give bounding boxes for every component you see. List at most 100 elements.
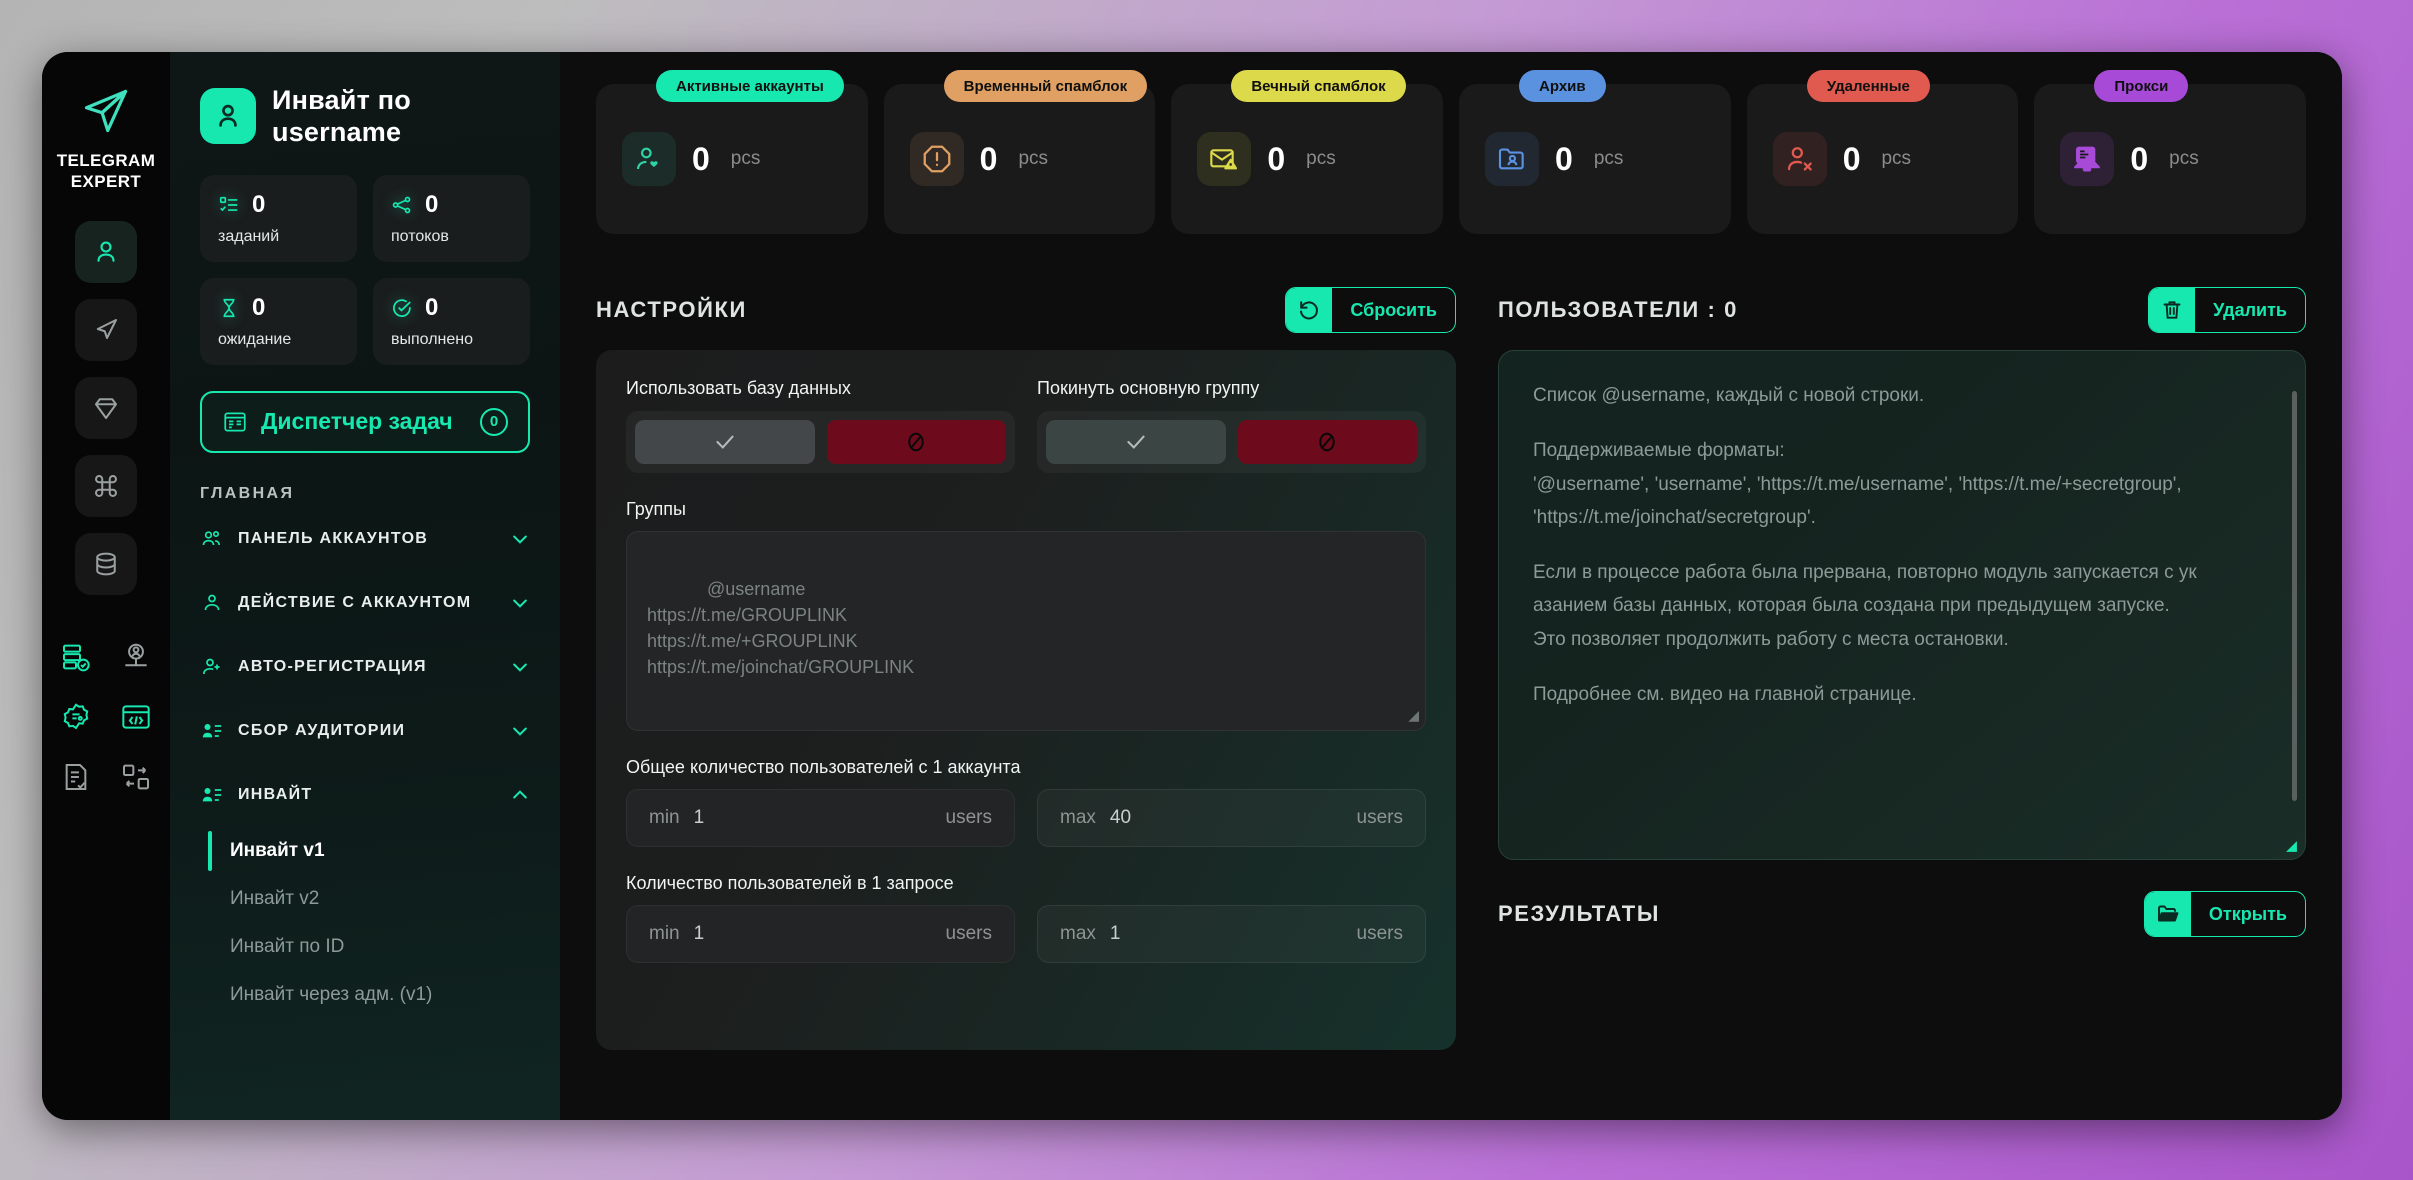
mail-warning-icon <box>1197 132 1251 186</box>
stat-card-value: 0 <box>692 141 710 178</box>
users-placeholder-line: азанием базы данных, которая была создан… <box>1533 589 2271 622</box>
min-prefix: min <box>649 807 680 829</box>
settings-title: НАСТРОЙКИ <box>596 297 1285 323</box>
stat-box-threads: 0 потоков <box>373 175 530 262</box>
code-window-icon[interactable] <box>116 697 156 737</box>
users-placeholder-line: Поддерживаемые форматы: <box>1533 434 2271 467</box>
stat-card-unit: pcs <box>1306 148 1336 170</box>
reset-button[interactable]: Сбросить <box>1285 287 1456 333</box>
blocked-icon <box>903 429 929 455</box>
sidebar-item-label: ПАНЕЛЬ АККАУНТОВ <box>238 530 496 548</box>
rail-button-send[interactable] <box>75 299 137 361</box>
content-columns: НАСТРОЙКИ Сбросить Использовать базу дан… <box>596 284 2306 1050</box>
folder-open-icon <box>2145 892 2191 936</box>
status-badge: Временный спамблок <box>944 70 1147 102</box>
stat-card-deleted: Удаленные 0 pcs <box>1747 84 2019 234</box>
resize-handle-icon[interactable]: ◢ <box>1408 705 1419 725</box>
users-placeholder-line: '@username', 'username', 'https://t.me/u… <box>1533 468 2271 501</box>
resize-handle-icon[interactable] <box>2285 840 2298 853</box>
rail-button-command[interactable] <box>75 455 137 517</box>
textarea-scrollbar[interactable] <box>2292 391 2297 801</box>
server-check-icon[interactable] <box>56 637 96 677</box>
stat-value: 0 <box>425 294 438 322</box>
users-per-request-min-input[interactable]: min 1 users <box>626 905 1015 963</box>
settings-card: Использовать базу данных <box>596 350 1456 1050</box>
database-icon <box>91 549 121 579</box>
chevron-up-icon <box>510 785 530 805</box>
stat-card-value: 0 <box>1843 141 1861 178</box>
stat-card-active-accounts: Активные аккаунты 0 pcs <box>596 84 868 234</box>
groups-placeholder: @username https://t.me/GROUPLINK https:/… <box>647 579 914 677</box>
min-value: 1 <box>694 923 946 945</box>
users-per-request-max-input[interactable]: max 1 users <box>1037 905 1426 963</box>
sidebar-subitems: Инвайт v1 Инвайт v2 Инвайт по ID Инвайт … <box>200 827 530 1019</box>
toggle-use-db-no[interactable] <box>827 420 1007 464</box>
max-unit: users <box>1357 923 1403 945</box>
user-icon <box>91 237 121 267</box>
groups-label: Группы <box>626 499 1426 520</box>
total-users-label: Общее количество пользователей с 1 аккау… <box>626 757 1426 778</box>
brand-name: TELEGRAM EXPERT <box>57 150 156 193</box>
chevron-down-icon <box>510 529 530 549</box>
sidebar-subitem-invite-v1[interactable]: Инвайт v1 <box>208 827 530 875</box>
task-dispatcher-button[interactable]: Диспетчер задач 0 <box>200 391 530 453</box>
total-users-min-input[interactable]: min 1 users <box>626 789 1015 847</box>
user-network-icon[interactable] <box>116 637 156 677</box>
paper-plane-icon <box>73 82 139 140</box>
max-prefix: max <box>1060 807 1096 829</box>
status-badge: Удаленные <box>1807 70 1930 102</box>
toggle-leave-group-no[interactable] <box>1238 420 1418 464</box>
user-list-icon <box>200 719 224 743</box>
results-header: РЕЗУЛЬТАТЫ Открыть <box>1498 888 2306 940</box>
swap-blocks-icon[interactable] <box>116 757 156 797</box>
status-badge: Архив <box>1519 70 1606 102</box>
sidebar-subitem-invite-admin-v1[interactable]: Инвайт через адм. (v1) <box>208 971 530 1019</box>
user-list-icon <box>200 783 224 807</box>
alert-octagon-icon <box>910 132 964 186</box>
chevron-down-icon <box>510 657 530 677</box>
sidebar-item-accounts-panel[interactable]: ПАНЕЛЬ АККАУНТОВ <box>200 511 530 567</box>
diamond-icon <box>91 393 121 423</box>
document-check-icon[interactable] <box>56 757 96 797</box>
stat-card-proxy: Прокси 0 pcs <box>2034 84 2306 234</box>
check-icon <box>1123 429 1149 455</box>
users-placeholder-line: Список @username, каждый с новой строки. <box>1533 379 2271 412</box>
sidebar-item-invite[interactable]: ИНВАЙТ <box>200 767 530 823</box>
toggle-use-db-yes[interactable] <box>635 420 815 464</box>
users-per-request-row: min 1 users max 1 users <box>626 905 1426 963</box>
toggle-leave-group-yes[interactable] <box>1046 420 1226 464</box>
groups-input[interactable]: @username https://t.me/GROUPLINK https:/… <box>626 531 1426 731</box>
sidebar-section-title: ГЛАВНАЯ <box>200 485 530 503</box>
dispatcher-badge: 0 <box>480 408 508 436</box>
max-value: 1 <box>1110 923 1357 945</box>
sidebar-item-account-action[interactable]: ДЕЙСТВИЕ С АККАУНТОМ <box>200 575 530 631</box>
open-button[interactable]: Открыть <box>2144 891 2306 937</box>
status-badge: Прокси <box>2094 70 2188 102</box>
user-x-icon <box>1773 132 1827 186</box>
stat-card-unit: pcs <box>1881 148 1911 170</box>
tasks-icon <box>218 194 240 216</box>
min-unit: users <box>946 807 992 829</box>
toggle-use-db: Использовать базу данных <box>626 378 1015 473</box>
brand-line-2: EXPERT <box>57 171 156 192</box>
rail-button-database[interactable] <box>75 533 137 595</box>
sidebar-item-audience[interactable]: СБОР АУДИТОРИИ <box>200 703 530 759</box>
user-badge-icon <box>200 88 256 144</box>
settings-gear-icon[interactable] <box>56 697 96 737</box>
proxy-icon <box>2060 132 2114 186</box>
max-prefix: max <box>1060 923 1096 945</box>
rail-button-user[interactable] <box>75 221 137 283</box>
rail-icon-list <box>75 221 137 595</box>
sidebar-subitem-invite-by-id[interactable]: Инвайт по ID <box>208 923 530 971</box>
sidebar-item-auto-registration[interactable]: АВТО-РЕГИСТРАЦИЯ <box>200 639 530 695</box>
sidebar-subitem-invite-v2[interactable]: Инвайт v2 <box>208 875 530 923</box>
users-input[interactable]: Список @username, каждый с новой строки.… <box>1498 350 2306 860</box>
total-users-max-input[interactable]: max 40 users <box>1037 789 1426 847</box>
stat-card-archive: Архив 0 pcs <box>1459 84 1731 234</box>
toggle-leave-group: Покинуть основную группу <box>1037 378 1426 473</box>
delete-button[interactable]: Удалить <box>2148 287 2306 333</box>
users-placeholder-line: Подробнее см. видео на главной странице. <box>1533 678 2271 711</box>
rail-button-diamond[interactable] <box>75 377 137 439</box>
toggle-label: Использовать базу данных <box>626 378 1015 399</box>
stat-card-permanent-spamblock: Вечный спамблок 0 pcs <box>1171 84 1443 234</box>
